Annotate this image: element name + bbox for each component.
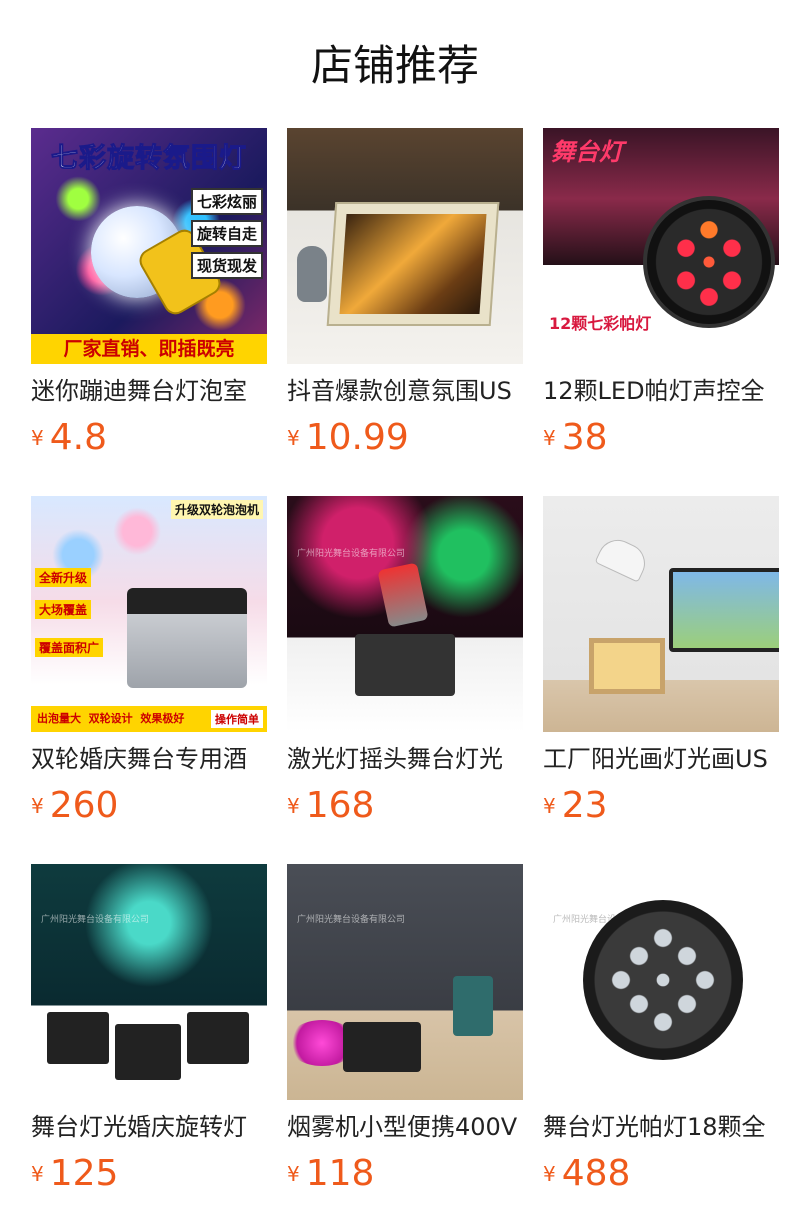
product-name[interactable]: 双轮婚庆舞台专用酒 xyxy=(31,742,267,776)
currency-symbol: ¥ xyxy=(543,794,556,818)
price-value: 23 xyxy=(561,785,608,826)
product-price: ¥23 xyxy=(543,784,608,828)
currency-symbol: ¥ xyxy=(31,426,44,450)
watermark: 广州阳光舞台设备有限公司 xyxy=(297,549,406,559)
product-card[interactable]: 抖音爆款创意氛围US ¥10.99 xyxy=(287,128,523,468)
price-value: 38 xyxy=(561,417,608,458)
feature-tag: 全新升级 xyxy=(35,568,92,587)
product-card[interactable]: 舞台灯 12颗七彩帕灯 12颗LED帕灯声控全 ¥38 xyxy=(543,128,779,468)
product-image[interactable]: 广州阳光舞台设备有限公司 xyxy=(543,864,779,1100)
currency-symbol: ¥ xyxy=(543,1162,556,1186)
section-title: 店铺推荐 xyxy=(310,41,479,90)
currency-symbol: ¥ xyxy=(287,794,300,818)
product-price: ¥118 xyxy=(287,1152,374,1196)
banner-bottom: 12颗七彩帕灯 xyxy=(549,314,652,333)
feature-tag: 现货现发 xyxy=(190,252,263,279)
product-image[interactable]: 舞台灯 12颗七彩帕灯 xyxy=(543,128,779,364)
product-image[interactable]: 升级双轮泡泡机 全新升级 大场覆盖 覆盖面积广 出泡量大 双轮设计 效果极好 操… xyxy=(31,496,267,732)
laptop xyxy=(669,568,779,652)
product-price: ¥125 xyxy=(31,1152,118,1196)
figurine xyxy=(297,246,327,302)
product-image[interactable]: 七彩旋转氛围灯 七彩炫丽 旋转自走 现货现发 厂家直销、即插既亮 xyxy=(31,128,267,364)
product-name[interactable]: 迷你蹦迪舞台灯泡室 xyxy=(31,374,267,408)
product-price: ¥488 xyxy=(543,1152,630,1196)
product-image[interactable]: 广州阳光舞台设备有限公司 xyxy=(287,496,523,732)
price-value: 168 xyxy=(305,785,375,826)
light-unit xyxy=(47,1012,109,1064)
side-table xyxy=(453,976,493,1036)
laser-head xyxy=(377,562,429,628)
photo-frame xyxy=(589,638,665,694)
watermark: 广州阳光舞台设备有限公司 xyxy=(297,915,406,925)
price-value: 125 xyxy=(49,1153,119,1194)
product-price: ¥38 xyxy=(543,416,608,460)
product-name[interactable]: 工厂阳光画灯光画US xyxy=(543,742,779,776)
product-image[interactable] xyxy=(543,496,779,732)
light-frame xyxy=(326,202,500,326)
product-price: ¥260 xyxy=(31,784,118,828)
price-value: 118 xyxy=(305,1153,375,1194)
currency-symbol: ¥ xyxy=(287,426,300,450)
product-name[interactable]: 激光灯摇头舞台灯光 xyxy=(287,742,523,776)
product-image[interactable]: 广州阳光舞台设备有限公司 xyxy=(31,864,267,1100)
bubble-machine xyxy=(127,588,247,688)
product-name[interactable]: 舞台灯光婚庆旋转灯 xyxy=(31,1110,267,1144)
product-image[interactable]: 广州阳光舞台设备有限公司 xyxy=(287,864,523,1100)
product-card[interactable]: 广州阳光舞台设备有限公司 烟雾机小型便携400V ¥118 xyxy=(287,864,523,1204)
feature-tag: 七彩炫丽 xyxy=(190,188,263,215)
product-card[interactable]: 广州阳光舞台设备有限公司 激光灯摇头舞台灯光 ¥168 xyxy=(287,496,523,836)
product-name[interactable]: 抖音爆款创意氛围US xyxy=(287,374,523,408)
par-light xyxy=(583,900,743,1060)
banner-bottom: 厂家直销、即插既亮 xyxy=(31,334,267,364)
currency-symbol: ¥ xyxy=(31,794,44,818)
feature-tag: 覆盖面积广 xyxy=(35,638,104,657)
fog-machine xyxy=(343,1022,421,1072)
product-price: ¥168 xyxy=(287,784,374,828)
product-price: ¥4.8 xyxy=(31,416,107,460)
product-card[interactable]: 广州阳光舞台设备有限公司 舞台灯光帕灯18颗全 ¥488 xyxy=(543,864,779,1204)
currency-symbol: ¥ xyxy=(287,1162,300,1186)
product-card[interactable]: 工厂阳光画灯光画US ¥23 xyxy=(543,496,779,836)
currency-symbol: ¥ xyxy=(31,1162,44,1186)
price-value: 260 xyxy=(49,785,119,826)
laser-base xyxy=(355,634,455,696)
banner-top: 舞台灯 xyxy=(551,138,623,166)
price-value: 10.99 xyxy=(305,417,409,458)
watermark: 广州阳光舞台设备有限公司 xyxy=(41,915,150,925)
currency-symbol: ¥ xyxy=(543,426,556,450)
feature-tag: 大场覆盖 xyxy=(35,600,92,619)
light-unit xyxy=(115,1024,181,1080)
par-light xyxy=(643,196,775,328)
product-card[interactable]: 七彩旋转氛围灯 七彩炫丽 旋转自走 现货现发 厂家直销、即插既亮 迷你蹦迪舞台灯… xyxy=(31,128,267,468)
banner-top: 七彩旋转氛围灯 xyxy=(51,143,247,175)
feature-tag: 操作简单 xyxy=(211,710,263,728)
product-image[interactable] xyxy=(287,128,523,364)
product-name[interactable]: 烟雾机小型便携400V xyxy=(287,1110,523,1144)
price-value: 4.8 xyxy=(49,417,107,458)
product-card[interactable]: 广州阳光舞台设备有限公司 舞台灯光婚庆旋转灯 ¥125 xyxy=(31,864,267,1204)
product-name[interactable]: 12颗LED帕灯声控全 xyxy=(543,374,779,408)
feature-tag: 升级双轮泡泡机 xyxy=(170,500,263,519)
product-price: ¥10.99 xyxy=(287,416,409,460)
feature-tag: 旋转自走 xyxy=(190,220,263,247)
desk-lamp xyxy=(594,533,652,583)
light-unit xyxy=(187,1012,249,1064)
product-name[interactable]: 舞台灯光帕灯18颗全 xyxy=(543,1110,779,1144)
price-value: 488 xyxy=(561,1153,631,1194)
product-card[interactable]: 升级双轮泡泡机 全新升级 大场覆盖 覆盖面积广 出泡量大 双轮设计 效果极好 操… xyxy=(31,496,267,836)
